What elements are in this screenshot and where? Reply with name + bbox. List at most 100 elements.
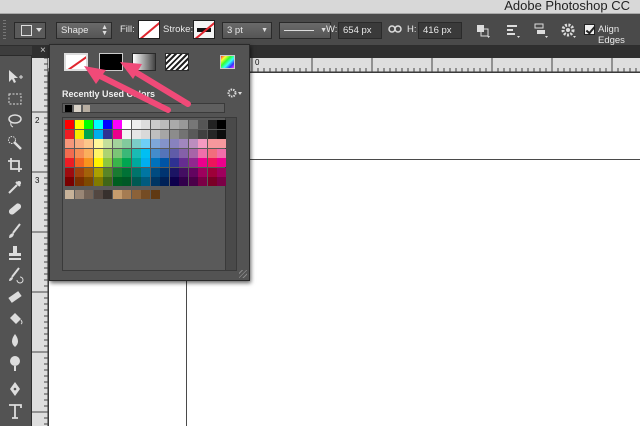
color-swatch[interactable] — [93, 148, 103, 158]
marquee-tool[interactable] — [6, 90, 26, 108]
resize-grip-icon[interactable] — [239, 270, 247, 278]
color-swatch[interactable] — [207, 167, 217, 177]
vertical-ruler[interactable]: 2 3 — [32, 58, 48, 426]
color-swatch[interactable] — [188, 139, 198, 148]
color-swatch[interactable] — [188, 148, 198, 158]
color-swatch[interactable] — [198, 158, 207, 167]
color-swatch[interactable] — [169, 148, 179, 158]
color-swatch[interactable] — [112, 158, 122, 167]
color-swatch[interactable] — [217, 158, 226, 167]
color-swatch[interactable] — [122, 148, 131, 158]
tool-mode-select[interactable]: Shape ▲ ▼ — [56, 22, 112, 39]
color-swatch[interactable] — [112, 177, 122, 186]
color-swatch[interactable] — [150, 120, 160, 129]
color-swatch[interactable] — [207, 120, 217, 129]
tools-panel-header[interactable] — [0, 46, 32, 56]
color-swatch[interactable] — [188, 167, 198, 177]
color-swatch[interactable] — [188, 120, 198, 129]
color-swatch[interactable] — [74, 148, 84, 158]
color-swatch[interactable] — [198, 167, 207, 177]
color-swatch[interactable] — [207, 129, 217, 139]
color-swatch[interactable] — [179, 148, 188, 158]
swatch-scrollbar[interactable] — [225, 118, 236, 270]
color-swatch[interactable] — [198, 129, 207, 139]
height-field[interactable]: 416 px — [418, 22, 462, 39]
color-swatch[interactable] — [150, 189, 160, 199]
color-swatch[interactable] — [84, 189, 93, 199]
color-swatch[interactable] — [150, 177, 160, 186]
color-swatch[interactable] — [150, 148, 160, 158]
move-tool[interactable] — [6, 68, 26, 86]
color-swatch[interactable] — [65, 148, 74, 158]
color-swatch[interactable] — [160, 148, 169, 158]
gradient-button[interactable] — [132, 53, 156, 71]
color-swatch[interactable] — [169, 139, 179, 148]
color-swatch[interactable] — [150, 129, 160, 139]
color-swatch[interactable] — [65, 167, 74, 177]
color-swatch[interactable] — [141, 120, 150, 129]
color-swatch[interactable] — [131, 129, 141, 139]
options-bar-grip[interactable] — [3, 20, 6, 40]
tool-preset-picker[interactable] — [14, 22, 46, 39]
color-swatch[interactable] — [179, 120, 188, 129]
color-swatch[interactable] — [188, 158, 198, 167]
quick-selection-tool[interactable] — [6, 134, 26, 152]
color-swatch[interactable] — [169, 158, 179, 167]
color-swatch[interactable] — [207, 158, 217, 167]
color-swatch[interactable] — [93, 139, 103, 148]
stroke-type-select[interactable]: ▼ — [279, 22, 331, 39]
gear-icon[interactable] — [227, 87, 243, 99]
color-swatch[interactable] — [131, 148, 141, 158]
color-swatch[interactable] — [141, 139, 150, 148]
color-swatch[interactable] — [207, 177, 217, 186]
color-swatch[interactable] — [103, 148, 112, 158]
color-swatch[interactable] — [131, 139, 141, 148]
color-swatch[interactable] — [122, 189, 131, 199]
solid-color-button[interactable] — [99, 53, 123, 71]
color-swatch[interactable] — [169, 167, 179, 177]
close-icon[interactable]: × — [40, 45, 46, 56]
color-swatch[interactable] — [112, 167, 122, 177]
width-field[interactable]: 654 px — [338, 22, 382, 39]
color-swatch[interactable] — [150, 167, 160, 177]
color-swatch[interactable] — [84, 129, 93, 139]
color-swatch[interactable] — [74, 189, 84, 199]
color-swatch[interactable] — [84, 158, 93, 167]
color-swatch[interactable] — [103, 189, 112, 199]
color-swatch[interactable] — [122, 177, 131, 186]
color-swatch[interactable] — [198, 120, 207, 129]
color-swatch[interactable] — [122, 139, 131, 148]
path-operations-icon[interactable] — [474, 22, 492, 39]
healing-brush-tool[interactable] — [6, 200, 26, 218]
color-swatch[interactable] — [217, 129, 226, 139]
color-swatch[interactable] — [65, 139, 74, 148]
type-tool[interactable] — [6, 402, 26, 420]
color-swatch[interactable] — [65, 189, 74, 199]
color-swatch[interactable] — [122, 158, 131, 167]
color-swatch[interactable] — [160, 167, 169, 177]
lasso-tool[interactable] — [6, 112, 26, 130]
color-swatch[interactable] — [74, 158, 84, 167]
color-swatch[interactable] — [103, 129, 112, 139]
color-swatch[interactable] — [93, 129, 103, 139]
color-swatch[interactable] — [131, 189, 141, 199]
color-swatch[interactable] — [93, 158, 103, 167]
color-swatch[interactable] — [103, 120, 112, 129]
color-swatch[interactable] — [160, 120, 169, 129]
fill-swatch-button[interactable] — [138, 20, 160, 39]
color-swatch[interactable] — [84, 167, 93, 177]
eyedropper-tool[interactable] — [6, 178, 26, 196]
color-swatch[interactable] — [74, 139, 84, 148]
color-swatch[interactable] — [103, 139, 112, 148]
color-swatch[interactable] — [112, 120, 122, 129]
no-color-button[interactable] — [64, 53, 88, 71]
color-swatch[interactable] — [93, 189, 103, 199]
color-swatch[interactable] — [179, 139, 188, 148]
color-swatch[interactable] — [93, 120, 103, 129]
color-swatch[interactable] — [122, 120, 131, 129]
color-swatch[interactable] — [84, 177, 93, 186]
color-swatch[interactable] — [93, 177, 103, 186]
color-swatch[interactable] — [93, 167, 103, 177]
color-swatch[interactable] — [112, 189, 122, 199]
color-swatch[interactable] — [65, 158, 74, 167]
